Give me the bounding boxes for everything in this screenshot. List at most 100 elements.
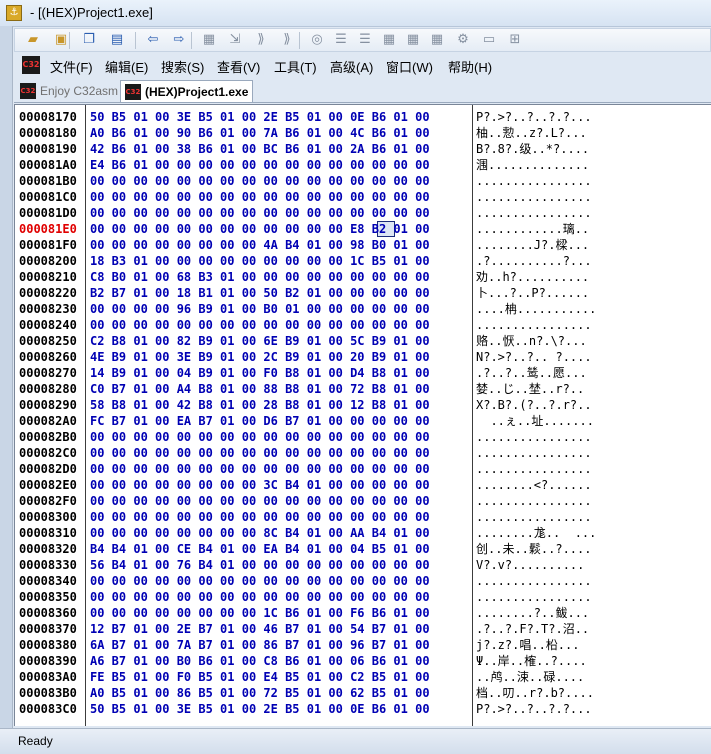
hex-ascii[interactable]: ................ <box>476 493 592 509</box>
hex-bytes[interactable]: 42 B6 01 00 38 B6 01 00 BC B6 01 00 2A B… <box>90 141 430 157</box>
hex-row[interactable]: 00008330 56 B4 01 00 76 B4 01 00 00 00 00… <box>15 557 711 573</box>
hex-bytes[interactable]: B2 B7 01 00 18 B1 01 00 50 B2 01 00 00 0… <box>90 285 430 301</box>
tool-l-icon[interactable]: ▭ <box>481 32 497 48</box>
hex-ascii[interactable]: ................ <box>476 589 592 605</box>
hex-row[interactable]: 000081C0 00 00 00 00 00 00 00 00 00 00 00… <box>15 189 711 205</box>
hex-ascii[interactable]: ................ <box>476 509 592 525</box>
hex-bytes[interactable]: 00 00 00 00 00 00 00 00 00 00 00 00 00 0… <box>90 445 430 461</box>
tool-i-icon[interactable]: ▦ <box>405 32 421 48</box>
menu-item-3[interactable]: 查看(V) <box>217 57 260 76</box>
hex-bytes[interactable]: FE B5 01 00 F0 B5 01 00 E4 B5 01 00 C2 B… <box>90 669 430 685</box>
hex-bytes[interactable]: A6 B7 01 00 B0 B6 01 00 C8 B6 01 00 06 B… <box>90 653 430 669</box>
hex-row[interactable]: 00008310 00 00 00 00 00 00 00 00 8C B4 01… <box>15 525 711 541</box>
back-arrow-icon[interactable]: ⇦ <box>145 32 161 48</box>
hex-row[interactable]: 00008300 00 00 00 00 00 00 00 00 00 00 00… <box>15 509 711 525</box>
hex-row[interactable]: 000082D0 00 00 00 00 00 00 00 00 00 00 00… <box>15 461 711 477</box>
hex-row[interactable]: 000082C0 00 00 00 00 00 00 00 00 00 00 00… <box>15 445 711 461</box>
hex-row[interactable]: 00008340 00 00 00 00 00 00 00 00 00 00 00… <box>15 573 711 589</box>
tool-c-icon[interactable]: ⟫ <box>253 32 269 48</box>
hex-ascii[interactable]: 档..叨..r?.b?.... <box>476 685 594 701</box>
forward-arrow-icon[interactable]: ⇨ <box>171 32 187 48</box>
hex-bytes[interactable]: 00 00 00 00 00 00 00 00 00 00 00 00 00 0… <box>90 205 430 221</box>
hex-row[interactable]: 00008280 C0 B7 01 00 A4 B8 01 00 88 B8 01… <box>15 381 711 397</box>
hex-row[interactable]: 00008350 00 00 00 00 00 00 00 00 00 00 00… <box>15 589 711 605</box>
hex-ascii[interactable]: 赂..恹..n?.\?... <box>476 333 587 349</box>
hex-ascii[interactable]: ................ <box>476 173 592 189</box>
hex-ascii[interactable]: 婪..じ..埜..r?.. <box>476 381 584 397</box>
hex-ascii[interactable]: 劝..h?.......... <box>476 269 589 285</box>
hex-row[interactable]: 00008210 C8 B0 01 00 68 B3 01 00 00 00 00… <box>15 269 711 285</box>
hex-bytes[interactable]: 00 00 00 00 00 00 00 00 00 00 00 00 00 0… <box>90 461 430 477</box>
hex-bytes[interactable]: 00 00 00 00 00 00 00 00 3C B4 01 00 00 0… <box>90 477 430 493</box>
hex-row[interactable]: 00008320 B4 B4 01 00 CE B4 01 00 EA B4 01… <box>15 541 711 557</box>
hex-bytes[interactable]: 00 00 00 00 00 00 00 00 00 00 00 00 00 0… <box>90 573 430 589</box>
hex-row[interactable]: 00008390 A6 B7 01 00 B0 B6 01 00 C8 B6 01… <box>15 653 711 669</box>
hex-bytes[interactable]: E4 B6 01 00 00 00 00 00 00 00 00 00 00 0… <box>90 157 430 173</box>
hex-ascii[interactable]: .?..?..鸶..愿... <box>476 365 587 381</box>
hex-ascii[interactable]: Ψ..岸..榷..?.... <box>476 653 587 669</box>
hex-row[interactable]: 00008290 58 B8 01 00 42 B8 01 00 28 B8 01… <box>15 397 711 413</box>
hex-row[interactable]: 00008230 00 00 00 00 96 B9 01 00 B0 01 00… <box>15 301 711 317</box>
hex-bytes[interactable]: 14 B9 01 00 04 B9 01 00 F0 B8 01 00 D4 B… <box>90 365 430 381</box>
open-folder-icon[interactable]: ▰ <box>25 32 41 48</box>
tool-g-icon[interactable]: ☰ <box>357 32 373 48</box>
tab-0[interactable]: C32 Enjoy C32asm <box>16 80 122 102</box>
hex-bytes[interactable]: 00 00 00 00 00 00 00 00 00 00 00 00 00 0… <box>90 317 430 333</box>
hex-bytes[interactable]: 00 00 00 00 00 00 00 00 00 00 00 00 00 0… <box>90 589 430 605</box>
hex-ascii[interactable]: ............璃.. <box>476 221 589 237</box>
hex-ascii[interactable]: 卜...?..P?...... <box>476 285 589 301</box>
menu-item-0[interactable]: 文件(F) <box>50 57 93 76</box>
hex-bytes[interactable]: 00 00 00 00 00 00 00 00 00 00 00 00 00 0… <box>90 493 430 509</box>
hex-bytes[interactable]: C0 B7 01 00 A4 B8 01 00 88 B8 01 00 72 B… <box>90 381 430 397</box>
hex-row[interactable]: 000081D0 00 00 00 00 00 00 00 00 00 00 00… <box>15 205 711 221</box>
hex-ascii[interactable]: 涠.............. <box>476 157 589 173</box>
hex-ascii[interactable]: j?.z?.唱..柗... <box>476 637 579 653</box>
hex-ascii[interactable]: ........<?...... <box>476 477 592 493</box>
tool-k-icon[interactable]: ⚙ <box>455 32 471 48</box>
hex-bytes[interactable]: 18 B3 01 00 00 00 00 00 00 00 00 00 1C B… <box>90 253 430 269</box>
hex-row[interactable]: 000082E0 00 00 00 00 00 00 00 00 3C B4 01… <box>15 477 711 493</box>
tool-j-icon[interactable]: ▦ <box>429 32 445 48</box>
hex-bytes[interactable]: 00 00 00 00 00 00 00 00 00 00 00 00 00 0… <box>90 173 430 189</box>
hex-row[interactable]: 00008260 4E B9 01 00 3E B9 01 00 2C B9 01… <box>15 349 711 365</box>
hex-row[interactable]: 000081A0 E4 B6 01 00 00 00 00 00 00 00 00… <box>15 157 711 173</box>
hex-ascii[interactable]: ........?..鲅... <box>476 605 589 621</box>
hex-row[interactable]: 00008370 12 B7 01 00 2E B7 01 00 46 B7 01… <box>15 621 711 637</box>
hex-ascii[interactable]: ..鸬..涑..碌.... <box>476 669 584 685</box>
hex-bytes[interactable]: C8 B0 01 00 68 B3 01 00 00 00 00 00 00 0… <box>90 269 430 285</box>
hex-ascii[interactable]: ................ <box>476 317 592 333</box>
tool-b-icon[interactable]: ⇲ <box>227 32 243 48</box>
menu-item-7[interactable]: 帮助(H) <box>448 57 492 76</box>
menu-item-4[interactable]: 工具(T) <box>274 57 317 76</box>
hex-ascii[interactable]: ..ぇ..址....... <box>476 413 593 429</box>
hex-ascii[interactable]: ................ <box>476 445 592 461</box>
hex-ascii[interactable]: ................ <box>476 573 592 589</box>
hex-ascii[interactable]: ........尨.. ... <box>476 525 596 541</box>
tool-m-icon[interactable]: ⊞ <box>507 32 523 48</box>
hex-bytes[interactable]: 00 00 00 00 00 00 00 00 4A B4 01 00 98 B… <box>90 237 430 253</box>
hex-bytes[interactable]: 00 00 00 00 00 00 00 00 00 00 00 00 00 0… <box>90 429 430 445</box>
hex-row[interactable]: 00008360 00 00 00 00 00 00 00 00 1C B6 01… <box>15 605 711 621</box>
hex-ascii[interactable]: .?..?.F?.T?.沼.. <box>476 621 589 637</box>
hex-ascii[interactable]: N?.>?..?.. ?.... <box>476 349 592 365</box>
hex-row[interactable]: 00008190 42 B6 01 00 38 B6 01 00 BC B6 01… <box>15 141 711 157</box>
hex-bytes[interactable]: 12 B7 01 00 2E B7 01 00 46 B7 01 00 54 B… <box>90 621 430 637</box>
hex-ascii[interactable]: 创..未..鬏..?.... <box>476 541 591 557</box>
paste-icon[interactable]: ▤ <box>109 32 125 48</box>
hex-bytes[interactable]: A0 B6 01 00 90 B6 01 00 7A B6 01 00 4C B… <box>90 125 430 141</box>
hex-row[interactable]: 000082F0 00 00 00 00 00 00 00 00 00 00 00… <box>15 493 711 509</box>
hex-ascii[interactable]: ................ <box>476 461 592 477</box>
hex-ascii[interactable]: B?.8?.级..*?.... <box>476 141 589 157</box>
menu-item-5[interactable]: 高级(A) <box>330 57 373 76</box>
hex-bytes[interactable]: 00 00 00 00 00 00 00 00 00 00 00 00 E8 B… <box>90 221 430 237</box>
hex-bytes[interactable]: 56 B4 01 00 76 B4 01 00 00 00 00 00 00 0… <box>90 557 430 573</box>
tool-f-icon[interactable]: ☰ <box>333 32 349 48</box>
tab-1[interactable]: C32 (HEX)Project1.exe <box>120 80 254 102</box>
hex-row[interactable]: 000083A0 FE B5 01 00 F0 B5 01 00 E4 B5 01… <box>15 669 711 685</box>
copy-icon[interactable]: ❐ <box>81 32 97 48</box>
hex-bytes[interactable]: C2 B8 01 00 82 B9 01 00 6E B9 01 00 5C B… <box>90 333 430 349</box>
hex-bytes[interactable]: 50 B5 01 00 3E B5 01 00 2E B5 01 00 0E B… <box>90 109 430 125</box>
menu-item-1[interactable]: 编辑(E) <box>105 57 148 76</box>
hex-bytes[interactable]: 00 00 00 00 96 B9 01 00 B0 01 00 00 00 0… <box>90 301 430 317</box>
hex-row[interactable]: 000083C0 50 B5 01 00 3E B5 01 00 2E B5 01… <box>15 701 711 717</box>
